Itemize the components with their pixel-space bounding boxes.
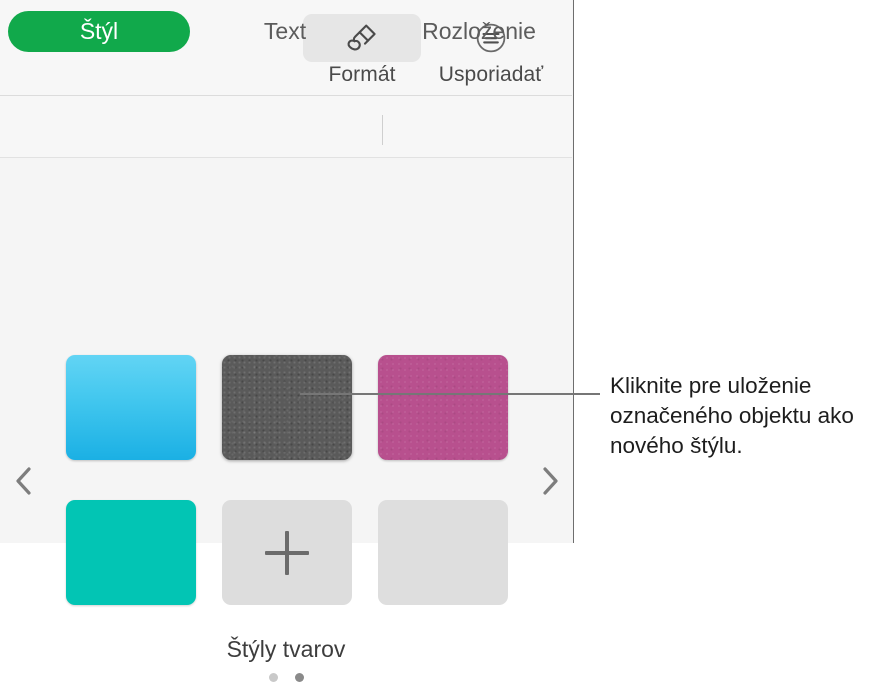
page-dot-2[interactable] xyxy=(294,673,304,682)
plus-icon xyxy=(265,530,309,575)
tab-style[interactable]: Štýl xyxy=(8,11,190,52)
paintbrush-icon xyxy=(341,17,383,59)
shape-styles-row xyxy=(66,500,508,605)
style-add-new-button[interactable] xyxy=(222,500,352,605)
style-gray-texture[interactable] xyxy=(222,355,352,460)
callout-text: Kliknite pre uloženie označeného objektu… xyxy=(610,373,854,458)
chevron-left-icon xyxy=(11,464,37,498)
arrange-button-label: Usporiadať xyxy=(438,63,544,86)
page-dot-1[interactable] xyxy=(268,673,278,682)
shape-styles-prev-button[interactable] xyxy=(2,458,46,504)
format-inspector-panel: Formát Usporiadať Štýl Text Rozloženie Š… xyxy=(0,0,575,682)
shape-styles-section: Štýly tvarov xyxy=(0,158,572,682)
shape-styles-page-dots xyxy=(0,673,572,682)
shape-styles-next-button[interactable] xyxy=(528,458,572,504)
tab-text[interactable]: Text xyxy=(222,11,348,52)
shape-styles-caption: Štýly tvarov xyxy=(226,636,346,662)
style-blue-gradient[interactable] xyxy=(66,355,196,460)
shape-styles-row xyxy=(66,355,508,460)
tab-divider xyxy=(382,115,383,145)
callout-leader-line xyxy=(300,393,600,395)
style-empty-slot[interactable] xyxy=(378,500,508,605)
inspector-tab-bar xyxy=(0,96,572,158)
format-button-label: Formát xyxy=(328,63,396,86)
screenshot-root: Formát Usporiadať Štýl Text Rozloženie Š… xyxy=(0,0,883,682)
tab-layout[interactable]: Rozloženie xyxy=(383,11,575,52)
style-pink[interactable] xyxy=(378,355,508,460)
style-teal[interactable] xyxy=(66,500,196,605)
chevron-right-icon xyxy=(537,464,563,498)
